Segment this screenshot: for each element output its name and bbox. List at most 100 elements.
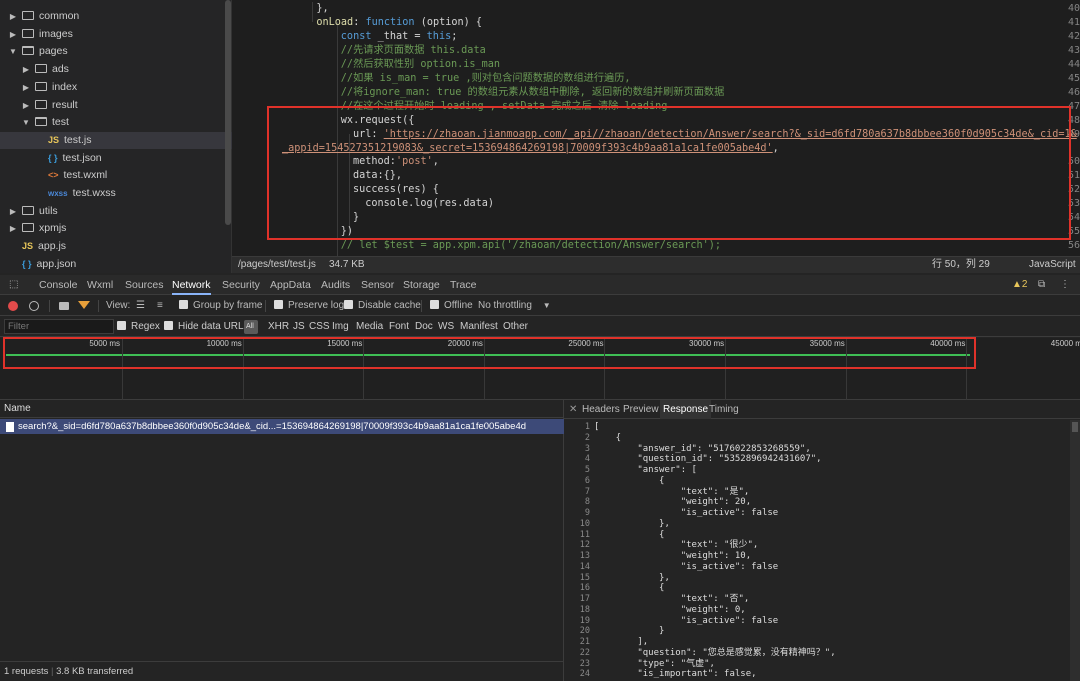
timeline-gridline xyxy=(363,338,365,400)
timeline-gridline xyxy=(604,338,606,400)
tree-item-xpmjs[interactable]: ▶ xpmjs xyxy=(0,220,67,237)
type-filter-all[interactable]: All xyxy=(244,320,258,334)
waterfall-view-icon[interactable]: ≡ xyxy=(157,296,163,316)
tree-item-app-json[interactable]: { } app.json xyxy=(0,256,76,273)
response-line-number: 16 xyxy=(579,583,590,594)
tab-audits[interactable]: Audits xyxy=(321,275,350,295)
tree-item-test-json[interactable]: { } test.json xyxy=(0,150,102,167)
list-view-icon[interactable]: ☰ xyxy=(136,296,145,316)
request-row[interactable]: search?&_sid=d6fd780a637b8dbbee360f0d905… xyxy=(0,419,564,434)
tab-sources[interactable]: Sources xyxy=(125,275,164,295)
detail-tab-headers[interactable]: Headers xyxy=(582,400,620,419)
type-filter-xhr[interactable]: XHR xyxy=(268,317,289,337)
response-scrollbar[interactable] xyxy=(1070,420,1080,681)
tree-item-index[interactable]: ▶ index xyxy=(0,79,77,96)
screenshot-icon[interactable] xyxy=(59,302,69,310)
folder-icon xyxy=(35,64,47,74)
tab-console[interactable]: Console xyxy=(39,275,78,295)
tab-trace[interactable]: Trace xyxy=(450,275,476,295)
tree-item-test[interactable]: ▼ test xyxy=(0,114,69,131)
type-filter-img[interactable]: Img xyxy=(332,317,349,337)
line-number: 48 xyxy=(1067,114,1080,126)
tree-item-test-wxml[interactable]: <> test.wxml xyxy=(0,167,107,184)
code-editor[interactable]: 40}, 41 onLoad: function (option) {42 const… xyxy=(232,0,1080,256)
tab-sensor[interactable]: Sensor xyxy=(361,275,394,295)
tree-item-label: app.json xyxy=(36,257,77,270)
chevron-right-icon[interactable]: ▶ xyxy=(8,220,18,237)
chevron-right-icon[interactable]: ▶ xyxy=(8,26,18,43)
network-overview-timeline[interactable]: 5000 ms 10000 ms 15000 ms 20000 ms 25000 ms 3… xyxy=(0,338,1080,400)
tab-wxml[interactable]: Wxml xyxy=(87,275,113,295)
code-token: //先请求页面数据 this.data xyxy=(340,44,486,56)
chevron-right-icon[interactable]: ▶ xyxy=(21,79,31,96)
chevron-right-icon[interactable]: ▶ xyxy=(21,61,31,78)
tree-item-test-wxss[interactable]: wxss test.wxss xyxy=(0,185,116,202)
file-explorer-scrollbar[interactable] xyxy=(225,0,231,225)
type-filter-css[interactable]: CSS xyxy=(309,317,330,337)
code-token: }, xyxy=(316,3,329,14)
tab-storage[interactable]: Storage xyxy=(403,275,440,295)
type-filter-js[interactable]: JS xyxy=(293,317,305,337)
toolbar-separator xyxy=(421,300,422,312)
filter-icon[interactable] xyxy=(78,301,90,309)
chevron-down-icon[interactable]: ▼ xyxy=(8,43,18,60)
response-line: } xyxy=(594,626,665,637)
code-token: 'https://zhaoan.jianmoapp.com/_api//zhao… xyxy=(383,128,1077,140)
chevron-down-icon[interactable]: ▼ xyxy=(21,114,31,131)
tree-item-utils[interactable]: ▶ utils xyxy=(0,203,58,220)
dock-icon[interactable]: ⧉ xyxy=(1038,280,1045,290)
throttling-select[interactable]: No throttling ▼ xyxy=(478,296,551,316)
disable-cache-checkbox[interactable]: Disable cache xyxy=(344,296,421,316)
detail-tab-preview[interactable]: Preview xyxy=(623,400,659,419)
response-line: "is_active": false xyxy=(594,561,779,572)
request-timeline-bar xyxy=(6,354,970,356)
language-mode[interactable]: JavaScript xyxy=(1029,257,1076,273)
name-column-header[interactable]: Name xyxy=(0,400,564,418)
timeline-gridline xyxy=(242,338,244,400)
tree-item-test-js[interactable]: JS test.js xyxy=(0,131,232,149)
clear-button[interactable] xyxy=(29,301,39,311)
more-options-icon[interactable]: ⋮ xyxy=(1060,280,1070,290)
offline-checkbox[interactable]: Offline xyxy=(430,296,473,316)
response-line: "text": "否", xyxy=(594,594,750,604)
tab-appdata[interactable]: AppData xyxy=(270,275,311,295)
chevron-right-icon[interactable]: ▶ xyxy=(8,8,18,25)
inspect-element-icon[interactable]: ⬚ xyxy=(9,280,18,290)
type-filter-doc[interactable]: Doc xyxy=(415,317,433,337)
type-filter-manifest[interactable]: Manifest xyxy=(460,317,498,337)
tree-item-app-js[interactable]: JS app.js xyxy=(0,238,66,255)
response-line-number: 2 xyxy=(584,432,590,443)
toolbar-separator xyxy=(98,300,99,312)
tree-item-common[interactable]: ▶ common xyxy=(0,8,79,25)
tab-network[interactable]: Network xyxy=(172,275,211,295)
type-filter-font[interactable]: Font xyxy=(389,317,409,337)
chevron-right-icon[interactable]: ▶ xyxy=(8,203,18,220)
close-icon[interactable]: ✕ xyxy=(569,400,577,419)
code-token: function xyxy=(365,16,415,28)
type-filter-media[interactable]: Media xyxy=(356,317,383,337)
folder-icon xyxy=(22,223,34,233)
chevron-right-icon[interactable]: ▶ xyxy=(21,97,31,114)
code-token: (option) { xyxy=(414,16,483,28)
code-line: } xyxy=(353,211,359,225)
group-by-frame-checkbox[interactable]: Group by frame xyxy=(179,296,262,316)
tree-item-pages[interactable]: ▼ pages xyxy=(0,43,68,60)
code-token: }) xyxy=(340,226,354,238)
type-filter-ws[interactable]: WS xyxy=(438,317,454,337)
record-button[interactable] xyxy=(8,301,18,311)
regex-checkbox[interactable]: Regex xyxy=(117,317,160,337)
detail-tab-response[interactable]: Response xyxy=(660,400,712,419)
response-line: { xyxy=(594,529,665,540)
tree-item-result[interactable]: ▶ result xyxy=(0,97,78,114)
code-line: }) xyxy=(341,225,353,239)
hide-data-urls-checkbox[interactable]: Hide data URLs xyxy=(164,317,249,337)
tree-item-ads[interactable]: ▶ ads xyxy=(0,61,69,78)
tree-item-images[interactable]: ▶ images xyxy=(0,26,73,43)
filter-input[interactable]: Filter xyxy=(4,319,114,334)
tab-security[interactable]: Security xyxy=(222,275,260,295)
detail-tab-timing[interactable]: Timing xyxy=(709,400,739,419)
preserve-log-checkbox[interactable]: Preserve log xyxy=(274,296,344,316)
type-filter-other[interactable]: Other xyxy=(503,317,528,337)
code-token: //将ignore_man: true 的数组元素从数组中删除, 返回新的数组并… xyxy=(340,86,725,98)
warning-counter[interactable]: ▲2 xyxy=(1012,275,1027,295)
